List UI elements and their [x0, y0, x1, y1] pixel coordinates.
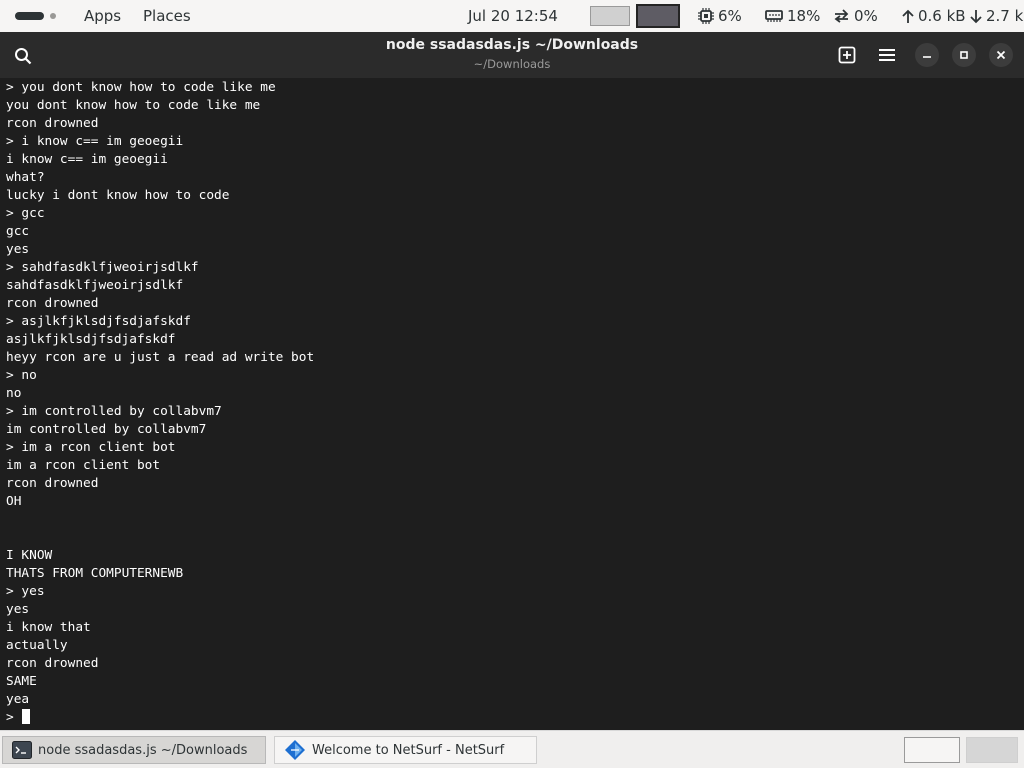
- hamburger-menu-icon: [879, 49, 895, 61]
- maximize-icon: [960, 51, 968, 59]
- new-tab-button[interactable]: [836, 44, 858, 66]
- terminal-output[interactable]: > you dont know how to code like me you d…: [0, 78, 1024, 730]
- memory-indicator[interactable]: 18%: [765, 0, 820, 32]
- workspace-pager-2[interactable]: [966, 737, 1018, 763]
- download-indicator[interactable]: 2.7 kB: [970, 0, 1024, 32]
- upload-indicator[interactable]: 0.6 kB: [902, 0, 966, 32]
- minimize-icon: [923, 56, 931, 58]
- terminal-line: you dont know how to code like me: [6, 98, 261, 113]
- taskbar-item-terminal[interactable]: node ssadasdas.js ~/Downloads: [2, 736, 266, 764]
- arrow-down-icon: [970, 9, 982, 23]
- places-menu[interactable]: Places: [143, 0, 191, 32]
- arrow-up-icon: [902, 9, 914, 23]
- terminal-prompt-line[interactable]: >: [6, 709, 314, 727]
- terminal-line: > im controlled by collabvm7: [6, 404, 222, 419]
- menu-button[interactable]: [876, 44, 898, 66]
- terminal-line: > im a rcon client bot: [6, 440, 176, 455]
- taskbar-item-label: node ssadasdas.js ~/Downloads: [38, 742, 248, 758]
- terminal-header-bar: node ssadasdas.js ~/Downloads ~/Download…: [0, 32, 1024, 78]
- terminal-line: i know that: [6, 620, 91, 635]
- taskbar: node ssadasdas.js ~/Downloads Welcome to…: [0, 730, 1024, 768]
- cpu-indicator[interactable]: 6%: [698, 0, 742, 32]
- terminal-line: im controlled by collabvm7: [6, 422, 207, 437]
- memory-value: 18%: [787, 7, 821, 25]
- workspace-pager-1[interactable]: [904, 737, 960, 763]
- terminal-line: lucky i dont know how to code: [6, 188, 230, 203]
- workspace-dot: [50, 13, 56, 19]
- swap-indicator[interactable]: 0%: [833, 0, 878, 32]
- terminal-line: what?: [6, 170, 45, 185]
- terminal-line: heyy rcon are u just a read ad write bot: [6, 350, 315, 365]
- memory-icon: [765, 10, 783, 22]
- terminal-line: asjlkfjklsdjfsdjafskdf: [6, 332, 176, 347]
- taskbar-item-label: Welcome to NetSurf - NetSurf: [312, 742, 505, 758]
- terminal-line: > asjlkfjklsdjfsdjafskdf: [6, 314, 191, 329]
- terminal-line: > sahdfasdklfjweoirjsdlkf: [6, 260, 199, 275]
- upload-value: 0.6 kB: [918, 7, 966, 25]
- cpu-icon: [698, 8, 714, 24]
- apps-menu[interactable]: Apps: [84, 0, 121, 32]
- terminal-line: yea: [6, 692, 30, 707]
- terminal-line: > no: [6, 368, 37, 383]
- close-button[interactable]: [989, 43, 1013, 67]
- terminal-line: I KNOW: [6, 548, 53, 563]
- terminal-line: no: [6, 386, 22, 401]
- terminal-line: > i know c== im geoegii: [6, 134, 184, 149]
- swap-value: 0%: [854, 7, 878, 25]
- close-icon: [996, 50, 1006, 60]
- download-value: 2.7 kB: [986, 7, 1024, 25]
- terminal-icon: [12, 741, 32, 759]
- minimize-button[interactable]: [915, 43, 939, 67]
- maximize-button[interactable]: [952, 43, 976, 67]
- window-subtitle: ~/Downloads: [473, 57, 551, 71]
- terminal-line: > yes: [6, 584, 45, 599]
- new-tab-icon: [838, 46, 856, 64]
- terminal-lines: > you dont know how to code like me you d…: [6, 79, 314, 727]
- terminal-line: yes: [6, 242, 30, 257]
- terminal-line: sahdfasdklfjweoirjsdlkf: [6, 278, 184, 293]
- terminal-line: > gcc: [6, 206, 45, 221]
- prompt-symbol: >: [6, 710, 14, 725]
- terminal-line: > you dont know how to code like me: [6, 80, 276, 95]
- activities-indicator[interactable]: [15, 12, 44, 20]
- swap-icon: [834, 9, 849, 23]
- top-panel: Apps Places Jul 20 12:54 6% 18% 0% 0.6 k…: [0, 0, 1024, 32]
- workspace-thumb-2[interactable]: [636, 4, 680, 28]
- terminal-line: actually: [6, 638, 68, 653]
- workspace-thumb-1[interactable]: [590, 6, 630, 26]
- terminal-line: rcon drowned: [6, 656, 99, 671]
- text-cursor: [21, 709, 30, 724]
- cpu-value: 6%: [718, 7, 742, 25]
- terminal-line: THATS FROM COMPUTERNEWB: [6, 566, 184, 581]
- clock[interactable]: Jul 20 12:54: [468, 0, 558, 32]
- terminal-line: im a rcon client bot: [6, 458, 161, 473]
- terminal-line: rcon drowned: [6, 116, 99, 131]
- taskbar-item-netsurf[interactable]: Welcome to NetSurf - NetSurf: [274, 736, 537, 764]
- netsurf-icon: [285, 740, 305, 760]
- window-title: node ssadasdas.js ~/Downloads: [385, 37, 639, 53]
- terminal-line: i know c== im geoegii: [6, 152, 168, 167]
- terminal-line: yes: [6, 602, 30, 617]
- terminal-line: SAME: [6, 674, 37, 689]
- terminal-line: gcc: [6, 224, 30, 239]
- terminal-line: rcon drowned: [6, 296, 99, 311]
- terminal-line: OH: [6, 494, 22, 509]
- terminal-line: rcon drowned: [6, 476, 99, 491]
